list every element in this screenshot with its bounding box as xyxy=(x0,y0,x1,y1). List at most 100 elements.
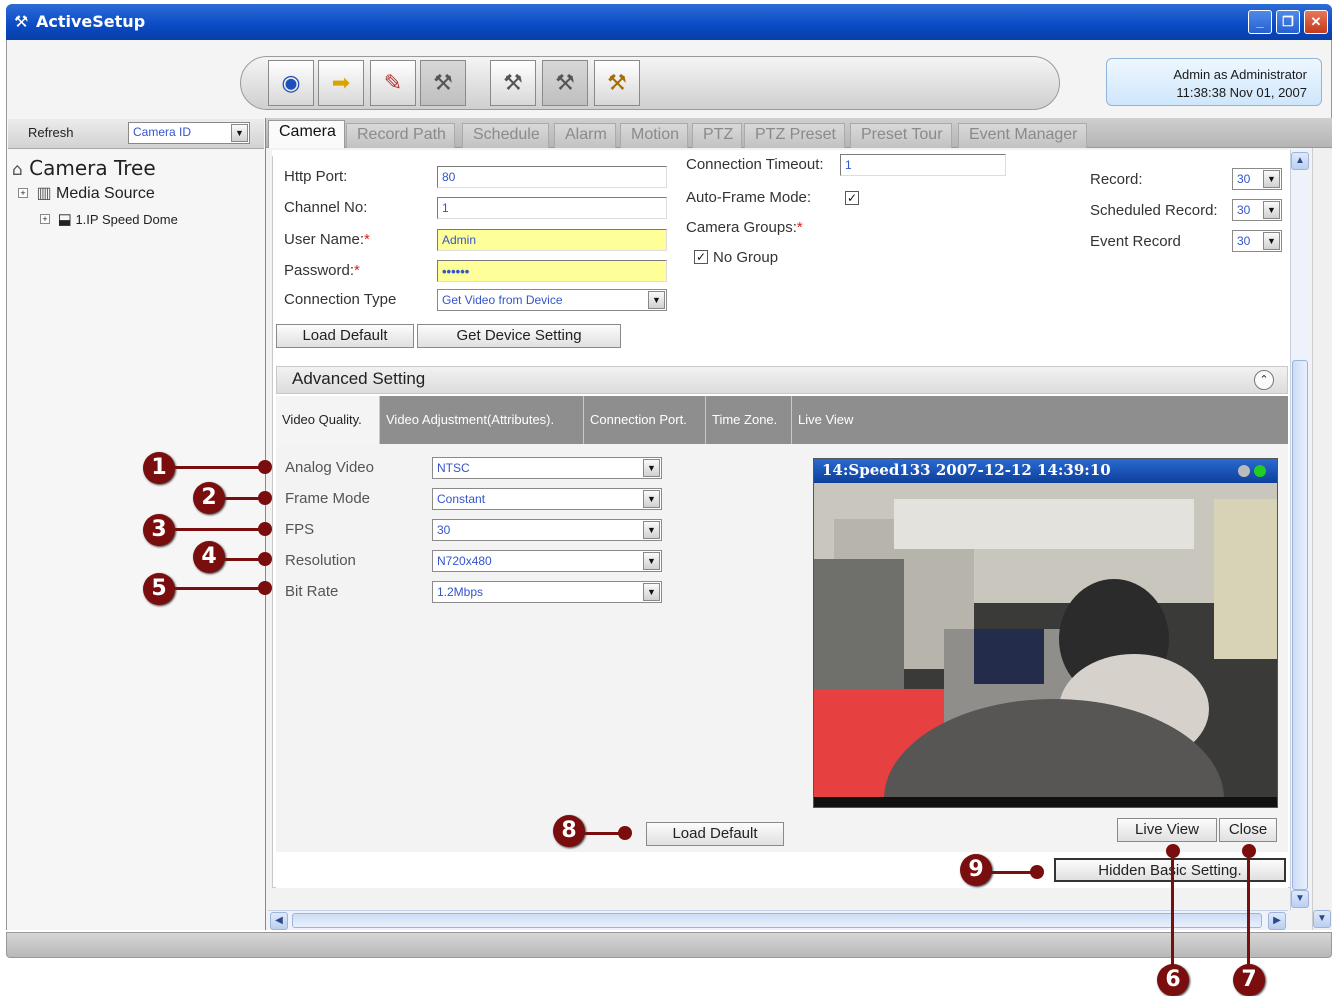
scroll-down-icon[interactable]: ▼ xyxy=(1291,890,1309,908)
live-view-tool-button[interactable]: ◉ xyxy=(268,60,314,106)
tab-camera[interactable]: Camera xyxy=(268,120,345,148)
hammer-icon: ⚒ xyxy=(555,70,575,95)
tab-event-manager[interactable]: Event Manager xyxy=(958,123,1087,148)
callout-line xyxy=(1247,850,1250,965)
scroll-right-icon[interactable]: ▶ xyxy=(1268,912,1286,930)
no-group-checkbox[interactable]: ✓ xyxy=(694,250,708,264)
camera-sort-select[interactable]: Camera ID ▼ xyxy=(128,122,250,144)
chevron-down-icon[interactable]: ▼ xyxy=(1263,170,1280,188)
left-panel xyxy=(6,118,266,930)
subtab-video-quality[interactable]: Video Quality. xyxy=(276,396,380,444)
record-fps-value: 30 xyxy=(1237,172,1251,186)
connection-timeout-input[interactable]: 1 xyxy=(840,154,1006,176)
camera-node-label: 1.IP Speed Dome xyxy=(75,212,178,227)
bit-rate-value: 1.2Mbps xyxy=(437,585,484,599)
callout-line xyxy=(1171,850,1174,965)
chevron-down-icon[interactable]: ▼ xyxy=(643,459,660,477)
tab-ptz-preset[interactable]: PTZ Preset xyxy=(744,123,845,148)
http-port-input[interactable]: 80 xyxy=(437,166,667,188)
minimize-button[interactable]: _ xyxy=(1248,10,1272,34)
tree-item-camera[interactable]: + ⬓ 1.IP Speed Dome xyxy=(40,210,178,228)
chevron-down-icon[interactable]: ▼ xyxy=(643,552,660,570)
user-name-label: User Name:* xyxy=(284,231,370,248)
live-view-button[interactable]: Live View xyxy=(1117,818,1217,842)
close-window-button[interactable]: ✕ xyxy=(1304,10,1328,34)
callout-6: 6 xyxy=(1157,964,1189,996)
tool-button-7[interactable]: ⚒ xyxy=(594,60,640,106)
scheduled-record-label: Scheduled Record: xyxy=(1090,202,1218,219)
subtab-connection-port[interactable]: Connection Port. xyxy=(584,396,706,444)
user-line: Admin as Administrator xyxy=(1173,67,1307,82)
frame-mode-select[interactable]: Constant ▼ xyxy=(432,488,662,510)
auto-frame-mode-checkbox[interactable]: ✓ xyxy=(845,191,859,205)
vertical-scroll-thumb[interactable] xyxy=(1292,360,1308,890)
chevron-down-icon[interactable]: ▼ xyxy=(1263,201,1280,219)
auto-frame-mode-label: Auto-Frame Mode: xyxy=(686,189,812,206)
callout-dot xyxy=(258,552,272,566)
scheduled-record-select[interactable]: 30 ▼ xyxy=(1232,199,1282,221)
tab-ptz[interactable]: PTZ xyxy=(692,123,743,148)
outer-vertical-scrollbar[interactable]: ▲ ▼ xyxy=(1312,118,1332,930)
callout-line xyxy=(170,528,264,531)
tab-alarm[interactable]: Alarm xyxy=(554,123,616,148)
hammer-gear-icon: ⚒ xyxy=(607,70,627,95)
camera-image xyxy=(814,483,1277,807)
advanced-setting-header[interactable] xyxy=(276,366,1288,394)
callout-dot xyxy=(258,460,272,474)
load-default-basic-button[interactable]: Load Default xyxy=(276,324,414,348)
chevron-down-icon[interactable]: ▼ xyxy=(648,291,665,309)
resolution-select[interactable]: N720x480 ▼ xyxy=(432,550,662,572)
horizontal-scroll-thumb[interactable] xyxy=(292,913,1262,928)
camera-tree-root[interactable]: ⌂ Camera Tree xyxy=(12,156,156,180)
maximize-button[interactable]: ❐ xyxy=(1276,10,1300,34)
chevron-down-icon[interactable]: ▼ xyxy=(1263,232,1280,250)
subtab-live-view[interactable]: Live View xyxy=(792,396,872,444)
tool-button-6[interactable]: ⚒ xyxy=(542,60,588,106)
analog-video-select[interactable]: NTSC ▼ xyxy=(432,457,662,479)
chevron-down-icon[interactable]: ▼ xyxy=(643,521,660,539)
fps-select[interactable]: 30 ▼ xyxy=(432,519,662,541)
advanced-setting-title: Advanced Setting xyxy=(292,369,426,388)
scroll-down-icon[interactable]: ▼ xyxy=(1313,910,1331,928)
channel-no-input[interactable]: 1 xyxy=(437,197,667,219)
get-device-setting-button[interactable]: Get Device Setting xyxy=(417,324,621,348)
collapse-icon[interactable]: ⌃ xyxy=(1254,370,1274,390)
tab-motion[interactable]: Motion xyxy=(620,123,689,148)
channel-no-label: Channel No: xyxy=(284,199,368,216)
expand-icon[interactable]: + xyxy=(18,188,28,198)
close-button[interactable]: Close xyxy=(1219,818,1277,842)
datetime-line: 11:38:38 Nov 01, 2007 xyxy=(1176,85,1307,100)
callout-4: 4 xyxy=(193,541,225,573)
hidden-basic-setting-button[interactable]: Hidden Basic Setting. xyxy=(1054,858,1286,882)
route-tool-button[interactable]: ✎ xyxy=(370,60,416,106)
camera-setup-tool-button[interactable]: ➡ xyxy=(318,60,364,106)
subtab-time-zone[interactable]: Time Zone. xyxy=(706,396,792,444)
scroll-left-icon[interactable]: ◀ xyxy=(270,912,288,930)
setup-tool-button[interactable]: ⚒ xyxy=(420,60,466,106)
refresh-button[interactable]: Refresh xyxy=(28,125,74,140)
hammer-icon: ⚒ xyxy=(503,70,523,95)
fps-value: 30 xyxy=(437,523,451,537)
chevron-down-icon[interactable]: ▼ xyxy=(231,124,248,142)
tool-button-5[interactable]: ⚒ xyxy=(490,60,536,106)
expand-icon[interactable]: + xyxy=(40,214,50,224)
tree-item-media-source[interactable]: + ▥ Media Source xyxy=(18,183,155,203)
callout-dot xyxy=(618,826,632,840)
connection-type-select[interactable]: Get Video from Device ▼ xyxy=(437,289,667,311)
scroll-up-icon[interactable]: ▲ xyxy=(1291,152,1309,170)
event-record-select[interactable]: 30 ▼ xyxy=(1232,230,1282,252)
tab-record-path[interactable]: Record Path xyxy=(346,123,455,148)
chevron-down-icon[interactable]: ▼ xyxy=(643,583,660,601)
tab-schedule[interactable]: Schedule xyxy=(462,123,549,148)
bit-rate-select[interactable]: 1.2Mbps ▼ xyxy=(432,581,662,603)
tab-preset-tour[interactable]: Preset Tour xyxy=(850,123,952,148)
record-fps-select[interactable]: 30 ▼ xyxy=(1232,168,1282,190)
chevron-down-icon[interactable]: ▼ xyxy=(643,490,660,508)
frame-mode-label: Frame Mode xyxy=(285,490,371,507)
password-input[interactable]: •••••• xyxy=(437,260,667,282)
user-name-input[interactable]: Admin xyxy=(437,229,667,251)
load-default-advanced-button[interactable]: Load Default xyxy=(646,822,784,846)
subtab-video-adjustment[interactable]: Video Adjustment(Attributes). xyxy=(380,396,584,444)
no-group-label: No Group xyxy=(713,249,779,266)
callout-dot xyxy=(1030,865,1044,879)
